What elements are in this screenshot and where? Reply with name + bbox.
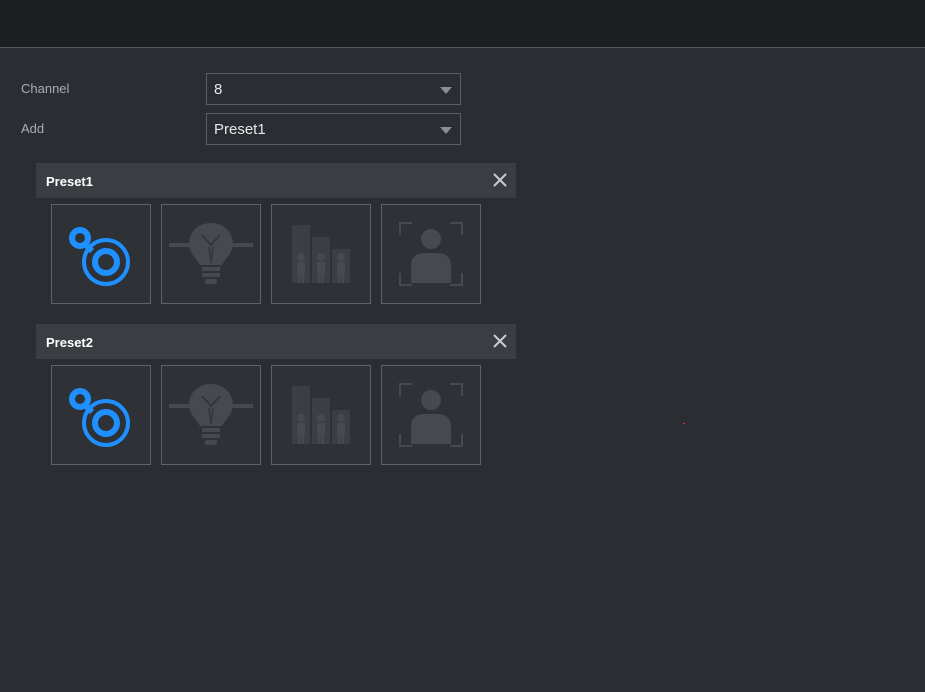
ivs-tripwire-tile[interactable] xyxy=(51,204,151,304)
chevron-down-icon xyxy=(440,127,452,134)
light-bulb-tile[interactable] xyxy=(161,365,261,465)
preset-tiles xyxy=(36,365,516,465)
chevron-down-icon xyxy=(440,87,452,94)
channel-label: Channel xyxy=(21,81,70,96)
ivs-tripwire-tile[interactable] xyxy=(51,365,151,465)
channel-select-value: 8 xyxy=(214,81,223,98)
channel-row: Channel 8 xyxy=(21,73,461,105)
face-detection-icon xyxy=(399,383,463,447)
crowd-people-icon xyxy=(292,386,350,444)
crowd-tile[interactable] xyxy=(271,365,371,465)
add-preset-select-value: Preset1 xyxy=(214,121,266,138)
close-icon[interactable] xyxy=(492,172,508,188)
preset-title: Preset1 xyxy=(46,174,93,189)
close-icon[interactable] xyxy=(492,333,508,349)
add-label: Add xyxy=(21,121,45,136)
cursor-artifact xyxy=(683,423,685,424)
preset-panel: Preset1 xyxy=(36,163,516,304)
preset-header: Preset2 xyxy=(36,324,516,359)
ivs-tripwire-icon xyxy=(69,388,130,447)
channel-select[interactable]: 8 xyxy=(206,73,461,105)
preset-title: Preset2 xyxy=(46,335,93,350)
light-bulb-icon xyxy=(169,223,253,284)
preset-header: Preset1 xyxy=(36,163,516,198)
add-preset-select[interactable]: Preset1 xyxy=(206,113,461,145)
face-detection-tile[interactable] xyxy=(381,204,481,304)
light-bulb-icon xyxy=(169,384,253,445)
face-detection-icon xyxy=(399,222,463,286)
add-row: Add Preset1 xyxy=(21,113,461,145)
face-detection-tile[interactable] xyxy=(381,365,481,465)
ivs-tripwire-icon xyxy=(69,227,130,286)
preset-tiles xyxy=(36,204,516,304)
crowd-people-icon xyxy=(292,225,350,283)
top-bar xyxy=(0,0,925,48)
preset-panel: Preset2 xyxy=(36,324,516,465)
crowd-tile[interactable] xyxy=(271,204,371,304)
light-bulb-tile[interactable] xyxy=(161,204,261,304)
